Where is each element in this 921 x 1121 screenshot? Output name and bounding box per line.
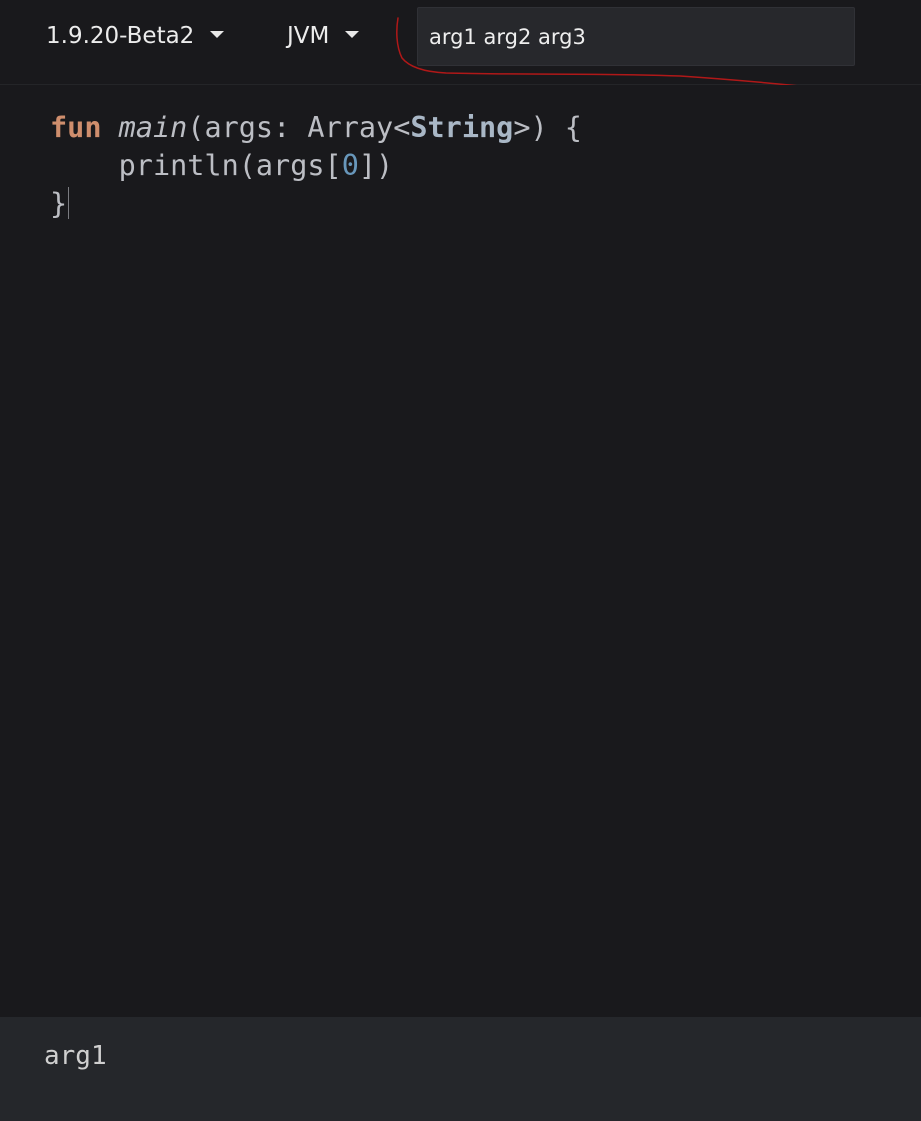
- compiler-version-dropdown[interactable]: 1.9.20-Beta2: [46, 20, 225, 52]
- program-arguments-input[interactable]: [417, 7, 855, 66]
- compiler-version-label: 1.9.20-Beta2: [46, 23, 195, 49]
- code-token: >) {: [513, 111, 582, 144]
- code-token: println(args[: [50, 149, 342, 182]
- number-token: 0: [341, 149, 359, 182]
- output-panel: arg1: [0, 1017, 921, 1121]
- code-line-2: println(args[0]): [50, 149, 394, 182]
- chevron-down-icon: [210, 30, 225, 38]
- program-output: arg1: [44, 1041, 107, 1071]
- target-platform-label: JVM: [287, 23, 330, 49]
- code-editor[interactable]: fun main(args: Array<String>) { println(…: [0, 85, 921, 1016]
- toolbar: 1.9.20-Beta2 JVM: [0, 0, 921, 85]
- code-token: ]): [358, 149, 394, 182]
- function-name-token: main: [118, 111, 188, 144]
- target-platform-dropdown[interactable]: JVM: [287, 20, 360, 52]
- type-token: String: [410, 111, 514, 144]
- code-token: (args: Array<: [187, 111, 411, 144]
- source-code[interactable]: fun main(args: Array<String>) { println(…: [50, 109, 582, 223]
- keyword-token: fun: [50, 111, 102, 144]
- code-line-1: fun main(args: Array<String>) {: [50, 111, 582, 144]
- code-token: }: [50, 187, 68, 220]
- code-line-3: }: [50, 187, 70, 220]
- text-cursor: [68, 187, 70, 219]
- chevron-down-icon: [345, 30, 360, 38]
